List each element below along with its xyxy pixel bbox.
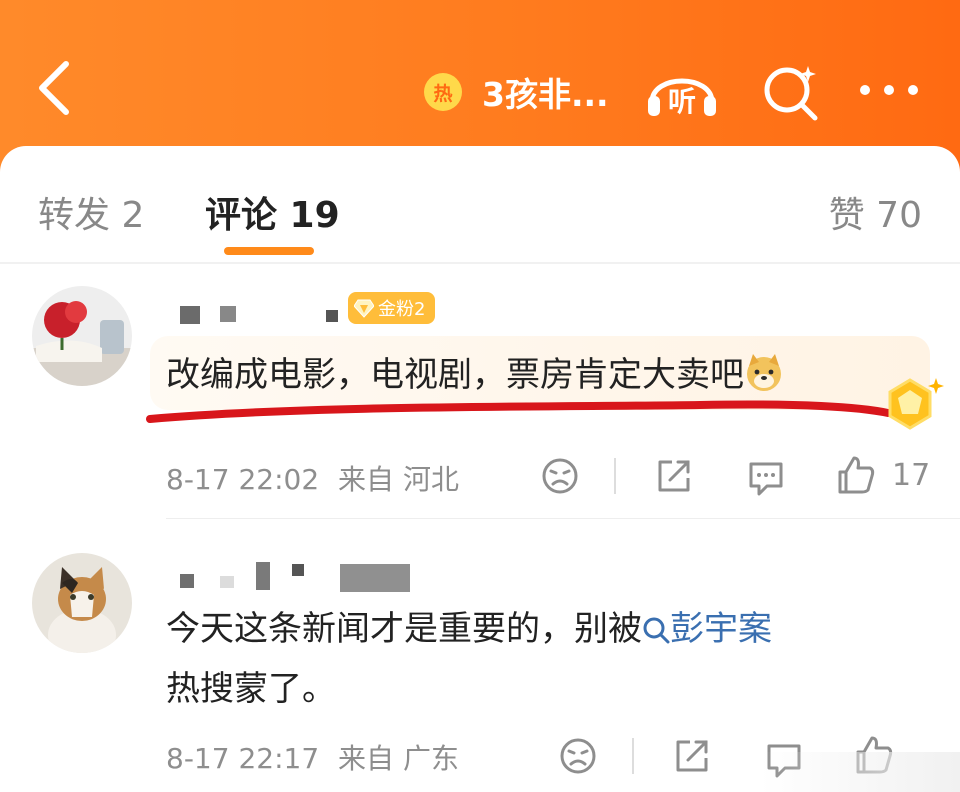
share-icon[interactable]: [672, 736, 712, 776]
watermark-strip: [760, 752, 960, 792]
dislike-face-icon[interactable]: [558, 736, 598, 776]
username-redacted[interactable]: [180, 306, 350, 326]
comment-divider: [166, 518, 960, 519]
topic-link[interactable]: 彭宇案: [642, 609, 772, 649]
comment-text[interactable]: 今天这条新闻才是重要的，别被 彭宇案: [166, 601, 772, 657]
username-redacted[interactable]: [180, 560, 420, 594]
action-separator: [632, 738, 634, 774]
comment-text-line: 热搜蒙了。: [166, 669, 336, 709]
listen-button[interactable]: 听: [644, 62, 720, 120]
tab-repost[interactable]: 转发 2: [38, 186, 144, 238]
tab-comment[interactable]: 评论 19: [205, 186, 340, 238]
chevron-left-icon[interactable]: [30, 58, 80, 118]
fan-badge-label: 金粉2: [378, 299, 426, 320]
action-separator: [614, 458, 616, 494]
comment-location: 来自 河北: [338, 463, 459, 496]
reply-comment-icon[interactable]: [745, 456, 787, 498]
comment-body: 改编成电影，电视剧，票房肯定大卖吧: [166, 355, 744, 395]
like-count: 17: [892, 458, 931, 493]
like-thumb-icon[interactable]: [834, 454, 876, 496]
diamond-icon: [354, 299, 374, 318]
active-tab-indicator: [224, 247, 314, 255]
comment-body: 今天这条新闻才是重要的，别被: [166, 609, 642, 649]
tab-like[interactable]: 赞 70: [829, 186, 922, 238]
tab-divider: [0, 262, 960, 264]
search-icon: [643, 617, 670, 644]
share-icon[interactable]: [654, 456, 694, 496]
comment-meta: 8-17 22:02 来自 河北: [166, 458, 459, 498]
hot-topic-title: 3孩非...: [482, 75, 609, 114]
topic-link-label: 彭宇案: [670, 609, 772, 649]
avatar[interactable]: [32, 553, 132, 653]
hot-topic-pill[interactable]: 热 3孩非...: [424, 66, 609, 118]
comments-sheet: 转发 2 评论 19 赞 70: [0, 146, 960, 792]
comment-time: 8-17 22:17: [166, 742, 320, 775]
dislike-face-icon[interactable]: [540, 456, 580, 496]
comment-text[interactable]: 改编成电影，电视剧，票房肯定大卖吧: [166, 347, 784, 403]
more-icon[interactable]: [856, 70, 922, 110]
avatar[interactable]: [32, 286, 132, 386]
hot-badge: 热: [424, 73, 462, 111]
search-icon[interactable]: [760, 62, 822, 122]
fan-level-badge: 金粉2: [348, 292, 436, 324]
gold-fan-sticker-icon: [888, 378, 944, 430]
listen-label: 听: [668, 85, 697, 118]
comment-meta: 8-17 22:17 来自 广东: [166, 737, 459, 777]
comment-time: 8-17 22:02: [166, 463, 320, 496]
doge-emoji: [747, 354, 781, 391]
comment-location: 来自 广东: [338, 742, 459, 775]
red-annotation-underline: [146, 400, 892, 423]
